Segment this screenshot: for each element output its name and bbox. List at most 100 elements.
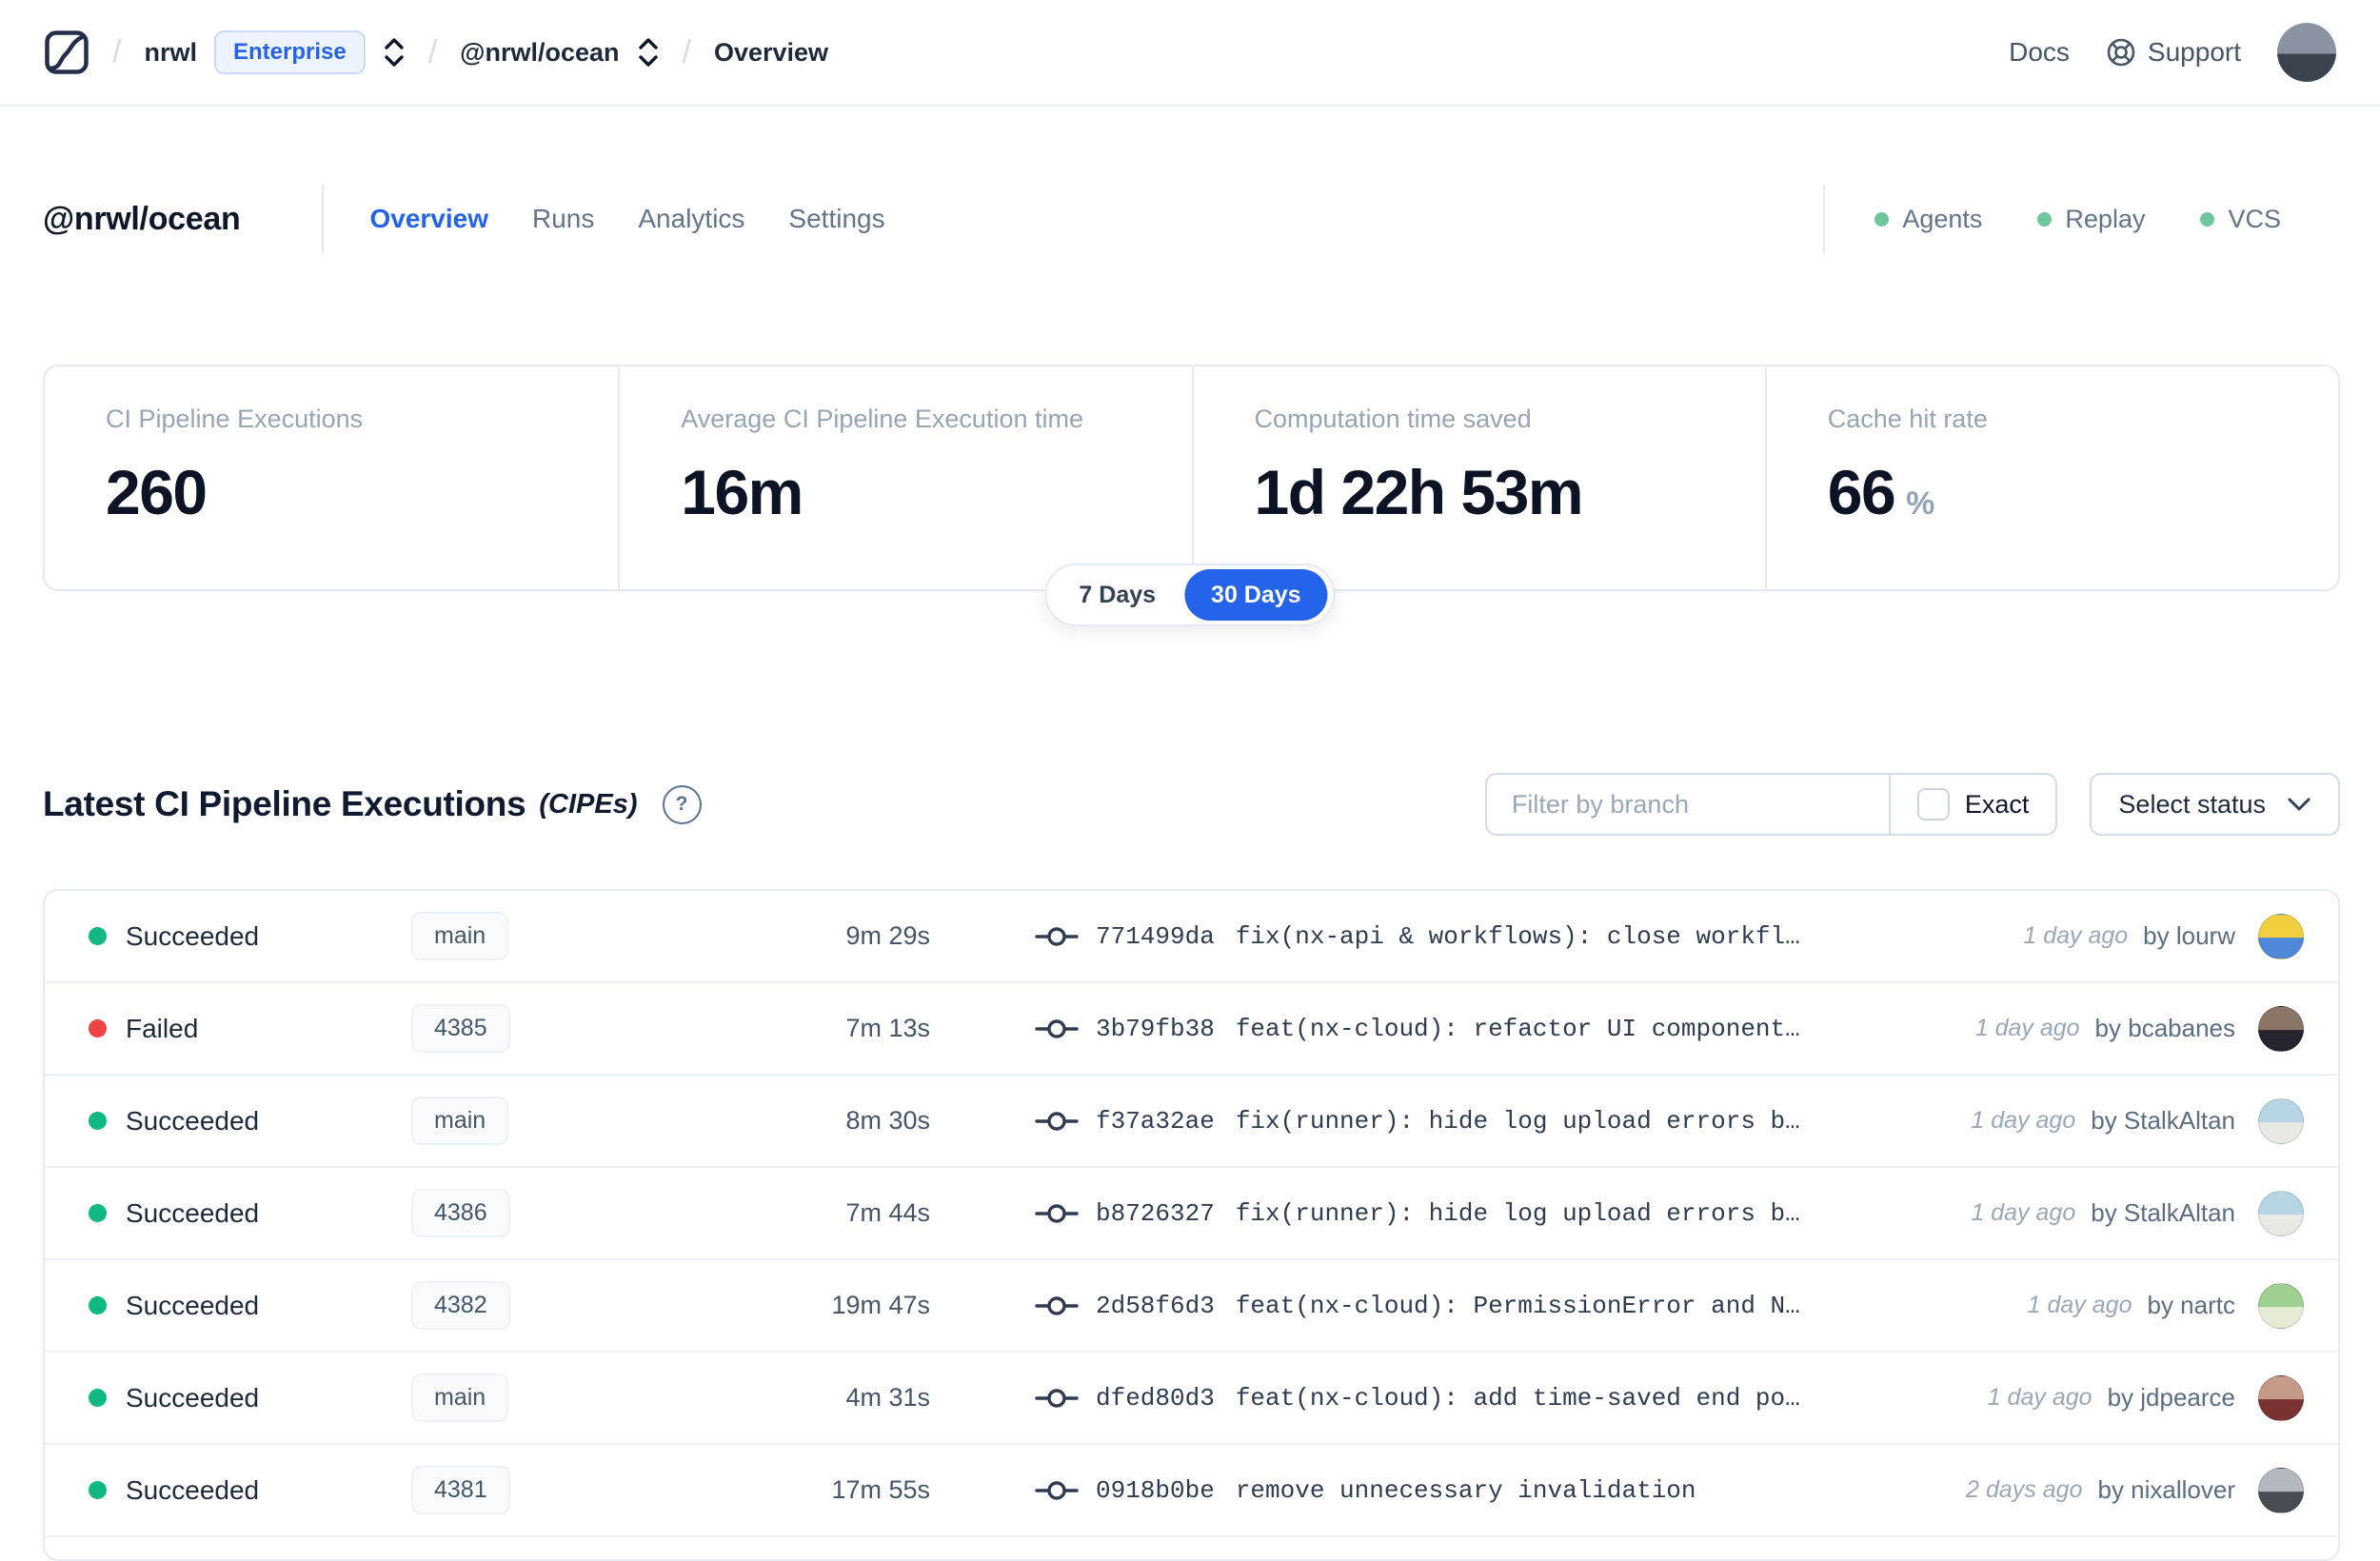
user-avatar[interactable] xyxy=(2277,23,2336,82)
status-select-label: Select status xyxy=(2118,789,2266,819)
service-label: VCS xyxy=(2228,204,2281,233)
row-meta: 1 day ago by StalkAltan xyxy=(1971,1097,2338,1144)
commit-cell: f37a32ae fix(runner): hide log upload er… xyxy=(930,1107,1800,1136)
stat-value: 16m xyxy=(681,457,803,527)
service-label: Agents xyxy=(1902,204,1983,233)
exact-match-toggle[interactable]: Exact xyxy=(1888,775,2056,834)
table-row[interactable]: Succeeded main 4m 31s dfed80d3 feat(nx-c… xyxy=(45,1353,2338,1443)
status-select-dropdown[interactable]: Select status xyxy=(2090,773,2340,836)
row-meta: 1 day ago by lourw xyxy=(2023,913,2338,959)
docs-link[interactable]: Docs xyxy=(2009,37,2070,68)
table-row[interactable]: Failed 4385 7m 13s 3b79fb38 feat(nx-clou… xyxy=(45,983,2338,1074)
time-ago-label: 1 day ago xyxy=(1987,1384,2092,1411)
row-divider xyxy=(45,1535,2338,1537)
table-row[interactable]: Succeeded main 9m 29s 771499da fix(nx-ap… xyxy=(45,891,2338,981)
service-vcs: VCS xyxy=(2200,205,2281,234)
breadcrumb-page: Overview xyxy=(713,37,829,67)
help-icon[interactable]: ? xyxy=(662,784,702,824)
commit-message: fix(runner): hide log upload errors b… xyxy=(1235,1198,1800,1228)
tab-analytics[interactable]: Analytics xyxy=(638,204,744,234)
row-meta: 2 days ago by nixallover xyxy=(1966,1467,2338,1513)
run-status-dot xyxy=(89,927,107,945)
branch-cell: 4382 xyxy=(411,1281,616,1330)
duration-label: 8m 30s xyxy=(845,1106,930,1135)
range-30-days-button[interactable]: 30 Days xyxy=(1184,569,1328,621)
stat-label: Average CI Pipeline Execution time xyxy=(681,405,1083,433)
commit-message: fix(nx-api & workflows): close workfl… xyxy=(1235,921,1800,951)
author-label: by StalkAltan xyxy=(2091,1106,2235,1135)
workspace-selector-icon[interactable] xyxy=(637,36,660,69)
branch-badge[interactable]: main xyxy=(411,1373,509,1422)
author-avatar[interactable] xyxy=(2258,1467,2304,1513)
section-title: Latest CI Pipeline Executions xyxy=(43,784,526,823)
branch-cell: 4381 xyxy=(411,1466,616,1514)
author-avatar[interactable] xyxy=(2258,1190,2304,1236)
workspace-header: @nrwl/ocean Overview Runs Analytics Sett… xyxy=(43,164,2340,274)
commit-hash[interactable]: 2d58f6d3 xyxy=(1096,1292,1215,1320)
branch-cell: main xyxy=(411,1097,616,1145)
author-avatar[interactable] xyxy=(2258,1374,2304,1421)
stat-average-execution-time: Average CI Pipeline Execution time 16m xyxy=(618,366,1191,589)
time-ago-label: 1 day ago xyxy=(2023,922,2129,949)
table-row[interactable]: Succeeded 4382 19m 47s 2d58f6d3 feat(nx-… xyxy=(45,1260,2338,1351)
support-link[interactable]: Support xyxy=(2106,37,2241,68)
author-label: by nixallover xyxy=(2097,1475,2235,1504)
exact-label: Exact xyxy=(1964,789,2030,819)
branch-filter-input[interactable] xyxy=(1486,775,1889,834)
percent-suffix: % xyxy=(1906,485,1935,522)
author-avatar[interactable] xyxy=(2258,1097,2304,1144)
branch-badge[interactable]: 4386 xyxy=(411,1189,510,1237)
author-avatar[interactable] xyxy=(2258,1282,2304,1329)
git-commit-icon xyxy=(1035,1478,1079,1503)
commit-cell: 2d58f6d3 feat(nx-cloud): PermissionError… xyxy=(930,1292,1800,1320)
table-filters: Exact Select status xyxy=(1484,773,2340,836)
commit-hash[interactable]: f37a32ae xyxy=(1096,1107,1215,1136)
author-label: by lourw xyxy=(2143,921,2235,950)
branch-badge[interactable]: 4382 xyxy=(411,1281,510,1330)
duration-label: 7m 44s xyxy=(845,1198,930,1227)
commit-hash[interactable]: 0918b0be xyxy=(1096,1476,1215,1505)
table-row[interactable]: Succeeded main 8m 30s f37a32ae fix(runne… xyxy=(45,1076,2338,1166)
breadcrumb-workspace[interactable]: @nrwl/ocean xyxy=(460,38,619,68)
row-meta: 1 day ago by bcabanes xyxy=(1975,1005,2338,1052)
breadcrumb: / nrwl Enterprise / @nrwl/ocean / Overvi… xyxy=(44,30,828,75)
branch-badge[interactable]: main xyxy=(411,912,509,960)
commit-hash[interactable]: 3b79fb38 xyxy=(1096,1015,1215,1043)
duration-label: 7m 13s xyxy=(845,1014,930,1042)
stat-label: Cache hit rate xyxy=(1827,405,1988,433)
exact-checkbox[interactable] xyxy=(1916,788,1950,820)
tab-overview[interactable]: Overview xyxy=(369,204,488,234)
commit-message: feat(nx-cloud): PermissionError and N… xyxy=(1235,1291,1800,1320)
time-ago-label: 1 day ago xyxy=(1971,1199,2076,1226)
table-row[interactable]: Succeeded 4386 7m 44s b8726327 fix(runne… xyxy=(45,1168,2338,1258)
commit-hash[interactable]: 771499da xyxy=(1096,922,1215,951)
commit-cell: dfed80d3 feat(nx-cloud): add time-saved … xyxy=(930,1384,1800,1413)
tab-settings[interactable]: Settings xyxy=(788,204,884,234)
author-avatar[interactable] xyxy=(2258,913,2304,959)
status-cell: Succeeded xyxy=(45,1383,411,1413)
service-agents: Agents xyxy=(1874,205,1982,234)
branch-badge[interactable]: 4381 xyxy=(411,1466,510,1514)
commit-hash[interactable]: dfed80d3 xyxy=(1096,1384,1215,1413)
run-status-label: Failed xyxy=(126,1013,199,1043)
chevron-down-icon xyxy=(2287,797,2311,812)
git-commit-icon xyxy=(1035,1017,1079,1041)
run-status-label: Succeeded xyxy=(126,920,260,951)
git-commit-icon xyxy=(1035,1109,1079,1134)
run-status-label: Succeeded xyxy=(126,1290,260,1320)
stat-label: Computation time saved xyxy=(1254,405,1532,433)
org-selector-icon[interactable] xyxy=(383,36,406,69)
page-title: @nrwl/ocean xyxy=(43,200,241,237)
table-row[interactable]: Succeeded 4381 17m 55s 0918b0be remove u… xyxy=(45,1445,2338,1535)
branch-badge[interactable]: main xyxy=(411,1097,509,1145)
author-label: by nartc xyxy=(2147,1291,2236,1319)
time-ago-label: 1 day ago xyxy=(2027,1292,2132,1318)
breadcrumb-org[interactable]: nrwl xyxy=(144,38,197,68)
author-avatar[interactable] xyxy=(2258,1005,2304,1052)
range-7-days-button[interactable]: 7 Days xyxy=(1052,569,1182,621)
branch-badge[interactable]: 4385 xyxy=(411,1004,510,1053)
nx-cloud-logo[interactable] xyxy=(44,30,89,75)
branch-cell: 4386 xyxy=(411,1189,616,1237)
commit-hash[interactable]: b8726327 xyxy=(1096,1199,1215,1228)
tab-runs[interactable]: Runs xyxy=(532,204,594,234)
